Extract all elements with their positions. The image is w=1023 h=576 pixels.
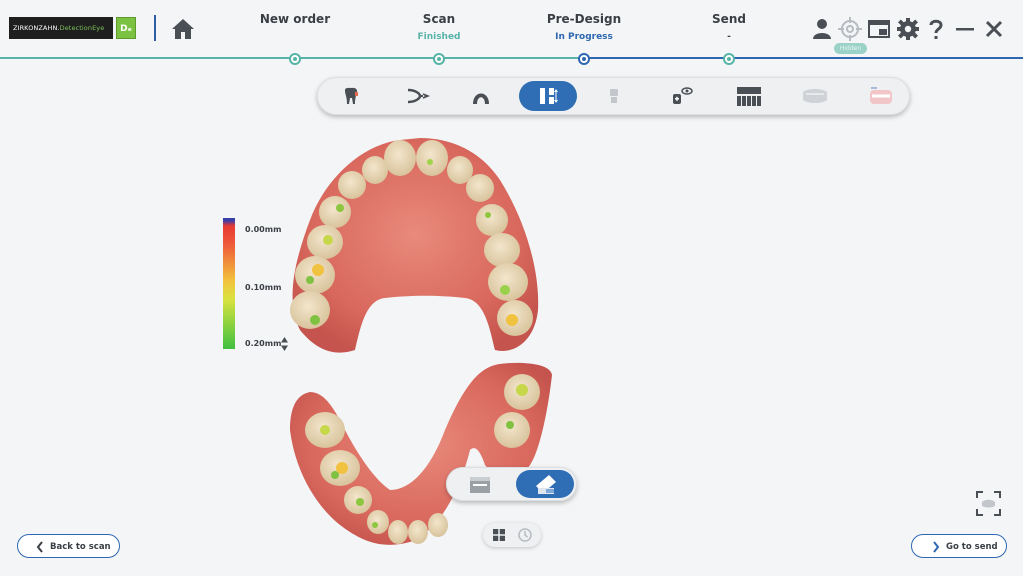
progress-line-pending: [584, 57, 1023, 59]
step-label: Send: [712, 12, 746, 26]
fit-view-icon[interactable]: [975, 490, 1002, 517]
distance-color-scale: [223, 218, 235, 349]
scale-label-top: 0.00mm: [245, 225, 282, 234]
tool-tooth[interactable]: [322, 81, 380, 111]
dental-3d-model[interactable]: [280, 130, 570, 570]
header-divider: [154, 15, 156, 41]
grid-icon[interactable]: [487, 525, 511, 545]
tool-gingiva[interactable]: [783, 81, 841, 111]
gingiva-icon: [803, 89, 827, 103]
progress-line: [0, 57, 1023, 59]
scale-label-bottom: 0.20mm: [245, 339, 282, 348]
distance-map-icon: [536, 475, 556, 494]
step-label: Pre-Design: [546, 12, 622, 26]
step-scan[interactable]: Scan Finished: [359, 12, 519, 42]
tool-bite[interactable]: [387, 81, 445, 111]
tool-align[interactable]: [519, 81, 577, 111]
step-status: -: [727, 32, 731, 42]
denture-icon: [870, 87, 892, 104]
help-icon[interactable]: [923, 16, 949, 42]
step-label: New order: [259, 12, 331, 26]
step-dot-pre-design: [578, 53, 590, 65]
back-button-label: Back to scan: [50, 542, 111, 552]
logo-text-main: ZIRKONZAHN.: [13, 24, 60, 32]
zirkonzahn-logo: ZIRKONZAHN.DetectionEye: [9, 17, 113, 39]
align-icon: [540, 88, 558, 104]
user-icon[interactable]: [809, 16, 835, 42]
tool-implant[interactable]: [585, 81, 643, 111]
step-status: Finished: [417, 32, 461, 42]
chevron-left-icon: [36, 541, 43, 553]
gear-icon[interactable]: [895, 16, 921, 42]
chevron-right-icon: [933, 541, 940, 553]
design-toolbar: [317, 77, 910, 115]
target-icon[interactable]: [837, 16, 863, 42]
step-dot-send: [723, 53, 735, 65]
detection-eye-badge: Dₑ: [116, 17, 136, 39]
step-new-order[interactable]: New order: [215, 12, 375, 32]
tool-arch[interactable]: [452, 81, 510, 111]
tool-denture[interactable]: [849, 81, 907, 111]
mode-distance-map[interactable]: [516, 470, 574, 498]
go-to-send-button[interactable]: Go to send: [911, 534, 1007, 558]
logo-text-sub: DetectionEye: [59, 24, 105, 32]
close-icon[interactable]: [981, 16, 1007, 42]
step-pre-design[interactable]: Pre-Design In Progress: [504, 12, 664, 42]
minimize-icon[interactable]: [952, 16, 978, 42]
back-to-scan-button[interactable]: Back to scan: [17, 534, 120, 558]
step-dot-scan: [433, 53, 445, 65]
step-send[interactable]: Send -: [649, 12, 809, 42]
tooltip-pill: Hidden: [834, 43, 867, 54]
texture-icon: [470, 477, 490, 493]
mode-texture[interactable]: [450, 470, 508, 498]
step-dot-new-order: [289, 53, 301, 65]
tool-tooth-view[interactable]: [651, 81, 709, 111]
arch-icon: [473, 93, 489, 104]
tooth-view-icon: [673, 87, 693, 104]
view-mode-toggle: [446, 467, 577, 501]
step-label: Scan: [422, 12, 456, 26]
next-button-label: Go to send: [946, 542, 998, 552]
top-bar: ZIRKONZAHN.DetectionEye Dₑ New order Sca…: [0, 0, 1023, 66]
tooth-icon: [345, 87, 358, 104]
mini-toggle: [483, 523, 541, 547]
crown-row-icon: [737, 87, 761, 106]
step-status: In Progress: [555, 32, 613, 42]
home-icon[interactable]: [170, 16, 196, 42]
implant-icon: [610, 89, 618, 103]
scale-label-mid: 0.10mm: [245, 283, 282, 292]
window-icon[interactable]: [866, 16, 892, 42]
history-icon[interactable]: [513, 525, 537, 545]
bite-icon: [407, 88, 430, 104]
tool-crown-row[interactable]: [717, 81, 775, 111]
